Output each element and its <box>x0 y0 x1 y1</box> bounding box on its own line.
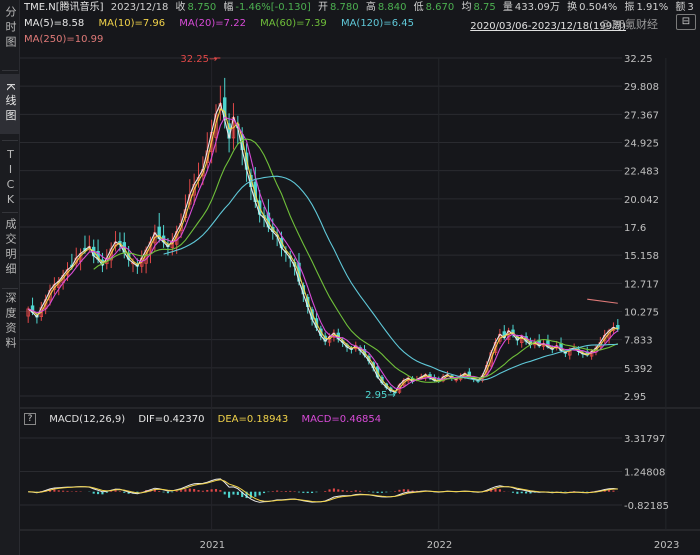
macd-tick: 1.24808 <box>624 467 665 478</box>
price-tick: 12.717 <box>624 279 659 290</box>
price-tick: 27.367 <box>624 110 659 121</box>
price-tick: 22.483 <box>624 167 659 178</box>
price-tick: 15.158 <box>624 251 659 262</box>
price-tick: 20.042 <box>624 195 659 206</box>
price-tick: 2.95 <box>624 392 646 403</box>
ma120-line <box>163 175 618 381</box>
ma10-line <box>28 107 618 393</box>
year-tick: 2021 <box>200 540 225 551</box>
macd-tick: -0.82185 <box>624 501 669 512</box>
macd-tick: 3.31797 <box>624 434 665 445</box>
dea-line <box>28 479 618 503</box>
price-tick: 5.392 <box>624 364 653 375</box>
price-tick: 17.6 <box>624 223 646 234</box>
price-tick: 24.925 <box>624 139 659 150</box>
low-annotation: 2.95→ <box>365 390 396 401</box>
high-annotation: 32.25→ <box>180 54 217 65</box>
price-tick: 32.25 <box>624 54 653 65</box>
price-tick: 10.275 <box>624 308 659 319</box>
kline-chart[interactable]: 32.25 29.808 27.367 24.925 22.483 20.042 17.6 1… <box>0 0 700 555</box>
price-tick: 7.833 <box>624 336 653 347</box>
year-tick: 2023 <box>654 540 679 551</box>
ma5-line <box>27 101 618 393</box>
year-tick: 2022 <box>427 540 452 551</box>
ma250-line <box>587 298 618 304</box>
price-tick: 29.808 <box>624 82 659 93</box>
ma20-line <box>28 116 619 390</box>
